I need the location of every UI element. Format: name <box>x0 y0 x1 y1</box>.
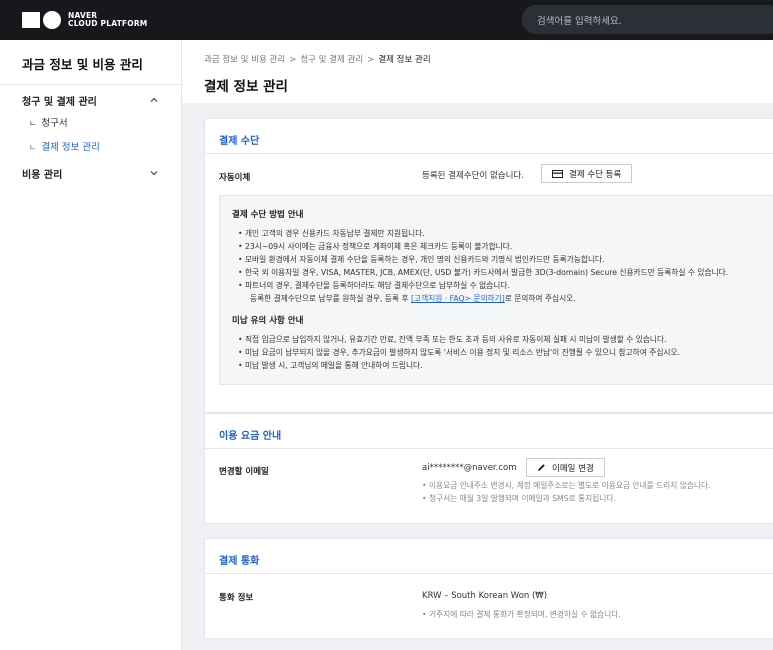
currency-note: • 거주지에 따라 결제 통화가 확정되며, 변경하실 수 없습니다. <box>422 610 621 619</box>
logo-line-cloud-platform: CLOUD PLATFORM <box>68 19 148 28</box>
support-faq-link[interactable]: [고객지원 · FAQ> 문의하기] <box>411 294 505 303</box>
unpaid-notice-item: • 미납 요금이 납부되지 않을 경우, 추가요금이 발생하지 않도록 '서비스… <box>238 348 680 357</box>
billing-email-value: ai********@naver.com <box>422 463 517 473</box>
sidebar-item-invoice-label: 청구서 <box>41 118 68 129</box>
payment-guide-item: • 한국 외 이용자일 경우, VISA, MASTER, JCB, AMEX(… <box>238 268 729 277</box>
sub-item-marker: ㄴ <box>29 143 37 152</box>
partner-note-text-end: 로 문의하여 주십시오. <box>504 294 576 303</box>
payment-guide-item: • 23시~09시 사이에는 금융사 정책으로 계좌이체 혹은 체크카드 등록이… <box>238 242 513 251</box>
payment-method-card: 결제 수단 자동이체 등록된 결제수단이 없습니다. 결제 수단 등록 결제 수… <box>204 118 773 413</box>
sub-item-marker: ㄴ <box>29 119 37 128</box>
page-header: 과금 정보 및 비용 관리 > 청구 및 결제 관리 > 결제 정보 관리 결제 정보 … <box>182 40 773 103</box>
sidebar-item-payment-info-label: 결제 정보 관리 <box>41 142 100 153</box>
unpaid-notice-item: • 미납 발생 시, 고객님의 메일을 통해 안내하여 드립니다. <box>238 361 423 370</box>
breadcrumb-separator: > <box>367 55 375 65</box>
logo-mark-icon <box>22 11 62 29</box>
billing-note: • 청구서는 매월 3일 발행되며 이메일과 SMS로 통지됩니다. <box>422 494 616 503</box>
top-navigation-bar: NAVER CLOUD PLATFORM 검색어를 입력하세요. <box>0 0 773 40</box>
breadcrumb-separator: > <box>289 55 297 65</box>
sidebar-item-billing-payment[interactable]: 청구 및 결제 관리 <box>22 93 97 108</box>
naver-cloud-logo[interactable]: NAVER CLOUD PLATFORM <box>22 11 147 29</box>
partner-note-text: 등록한 결제수단으로 납부를 원하실 경우, 등록 후 <box>250 294 412 303</box>
auto-transfer-label: 자동이체 <box>219 173 251 183</box>
unpaid-notice-item: • 직접 입금으로 납입하지 않거나, 유효기간 만료, 잔액 부족 또는 한도… <box>238 335 667 344</box>
payment-guide-item: • 파트너의 경우, 결제수단을 등록하더라도 해당 결제수단으로 납부하실 수… <box>238 281 510 290</box>
card-icon <box>552 169 563 178</box>
main-content: 과금 정보 및 비용 관리 > 청구 및 결제 관리 > 결제 정보 관리 결제 정보 … <box>182 40 773 650</box>
breadcrumb: 과금 정보 및 비용 관리 > 청구 및 결제 관리 > 결제 정보 관리 <box>204 53 431 65</box>
sidebar: 과금 정보 및 비용 관리 청구 및 결제 관리 ㄴ 청구서 ㄴ 결제 정보 관리 … <box>0 40 182 650</box>
change-email-label: 변경할 이메일 <box>219 467 269 477</box>
breadcrumb-item[interactable]: 청구 및 결제 관리 <box>300 55 363 65</box>
register-payment-button[interactable]: 결제 수단 등록 <box>541 164 633 183</box>
search-placeholder: 검색어를 입력하세요. <box>537 16 622 27</box>
payment-guide-title: 결제 수단 방법 안내 <box>232 210 304 220</box>
sidebar-item-invoice[interactable]: ㄴ 청구서 <box>29 115 68 129</box>
payment-guide-partner-note: 등록한 결제수단으로 납부를 원하실 경우, 등록 후 [고객지원 · FAQ>… <box>250 293 576 304</box>
breadcrumb-current: 결제 정보 관리 <box>378 55 431 65</box>
currency-info-label: 통화 정보 <box>219 593 254 603</box>
pencil-icon <box>538 464 545 471</box>
change-email-button-label: 이메일 변경 <box>552 463 594 474</box>
currency-title: 결제 통화 <box>219 556 260 567</box>
chevron-down-icon[interactable] <box>150 169 158 177</box>
currency-card: 결제 통화 통화 정보 KRW – South Korean Won (₩) •… <box>204 538 773 639</box>
payment-guide-item: • 모바일 환경에서 자동이체 결제 수단을 등록하는 경우, 개인 명의 신용… <box>238 255 605 264</box>
change-email-button[interactable]: 이메일 변경 <box>526 458 605 477</box>
billing-info-card: 이용 요금 안내 변경할 이메일 ai********@naver.com 이메… <box>204 413 773 524</box>
payment-guide-item: • 개인 고객의 경우 신용카드 자동납부 결제만 지원됩니다. <box>238 229 425 238</box>
payment-method-title: 결제 수단 <box>219 136 260 147</box>
payment-guide-box: 결제 수단 방법 안내 • 개인 고객의 경우 신용카드 자동납부 결제만 지원… <box>219 195 773 385</box>
search-input[interactable]: 검색어를 입력하세요. <box>522 5 773 34</box>
chevron-up-icon[interactable] <box>150 96 158 104</box>
sidebar-title: 과금 정보 및 비용 관리 <box>22 57 143 72</box>
register-payment-button-label: 결제 수단 등록 <box>569 169 622 180</box>
currency-value: KRW – South Korean Won (₩) <box>422 591 548 601</box>
payment-status-text: 등록된 결제수단이 없습니다. <box>422 171 524 181</box>
page-title: 결제 정보 관리 <box>204 79 288 95</box>
sidebar-item-payment-info[interactable]: ㄴ 결제 정보 관리 <box>29 139 100 153</box>
breadcrumb-item[interactable]: 과금 정보 및 비용 관리 <box>204 55 285 65</box>
billing-note: • 이용요금 안내주소 변경시, 계정 메일주소로는 별도로 이용요금 안내를 … <box>422 481 711 490</box>
unpaid-notice-title: 미납 유의 사항 안내 <box>232 316 304 326</box>
billing-info-title: 이용 요금 안내 <box>219 431 282 442</box>
sidebar-item-cost-management[interactable]: 비용 관리 <box>22 166 62 181</box>
sidebar-divider <box>0 84 181 85</box>
